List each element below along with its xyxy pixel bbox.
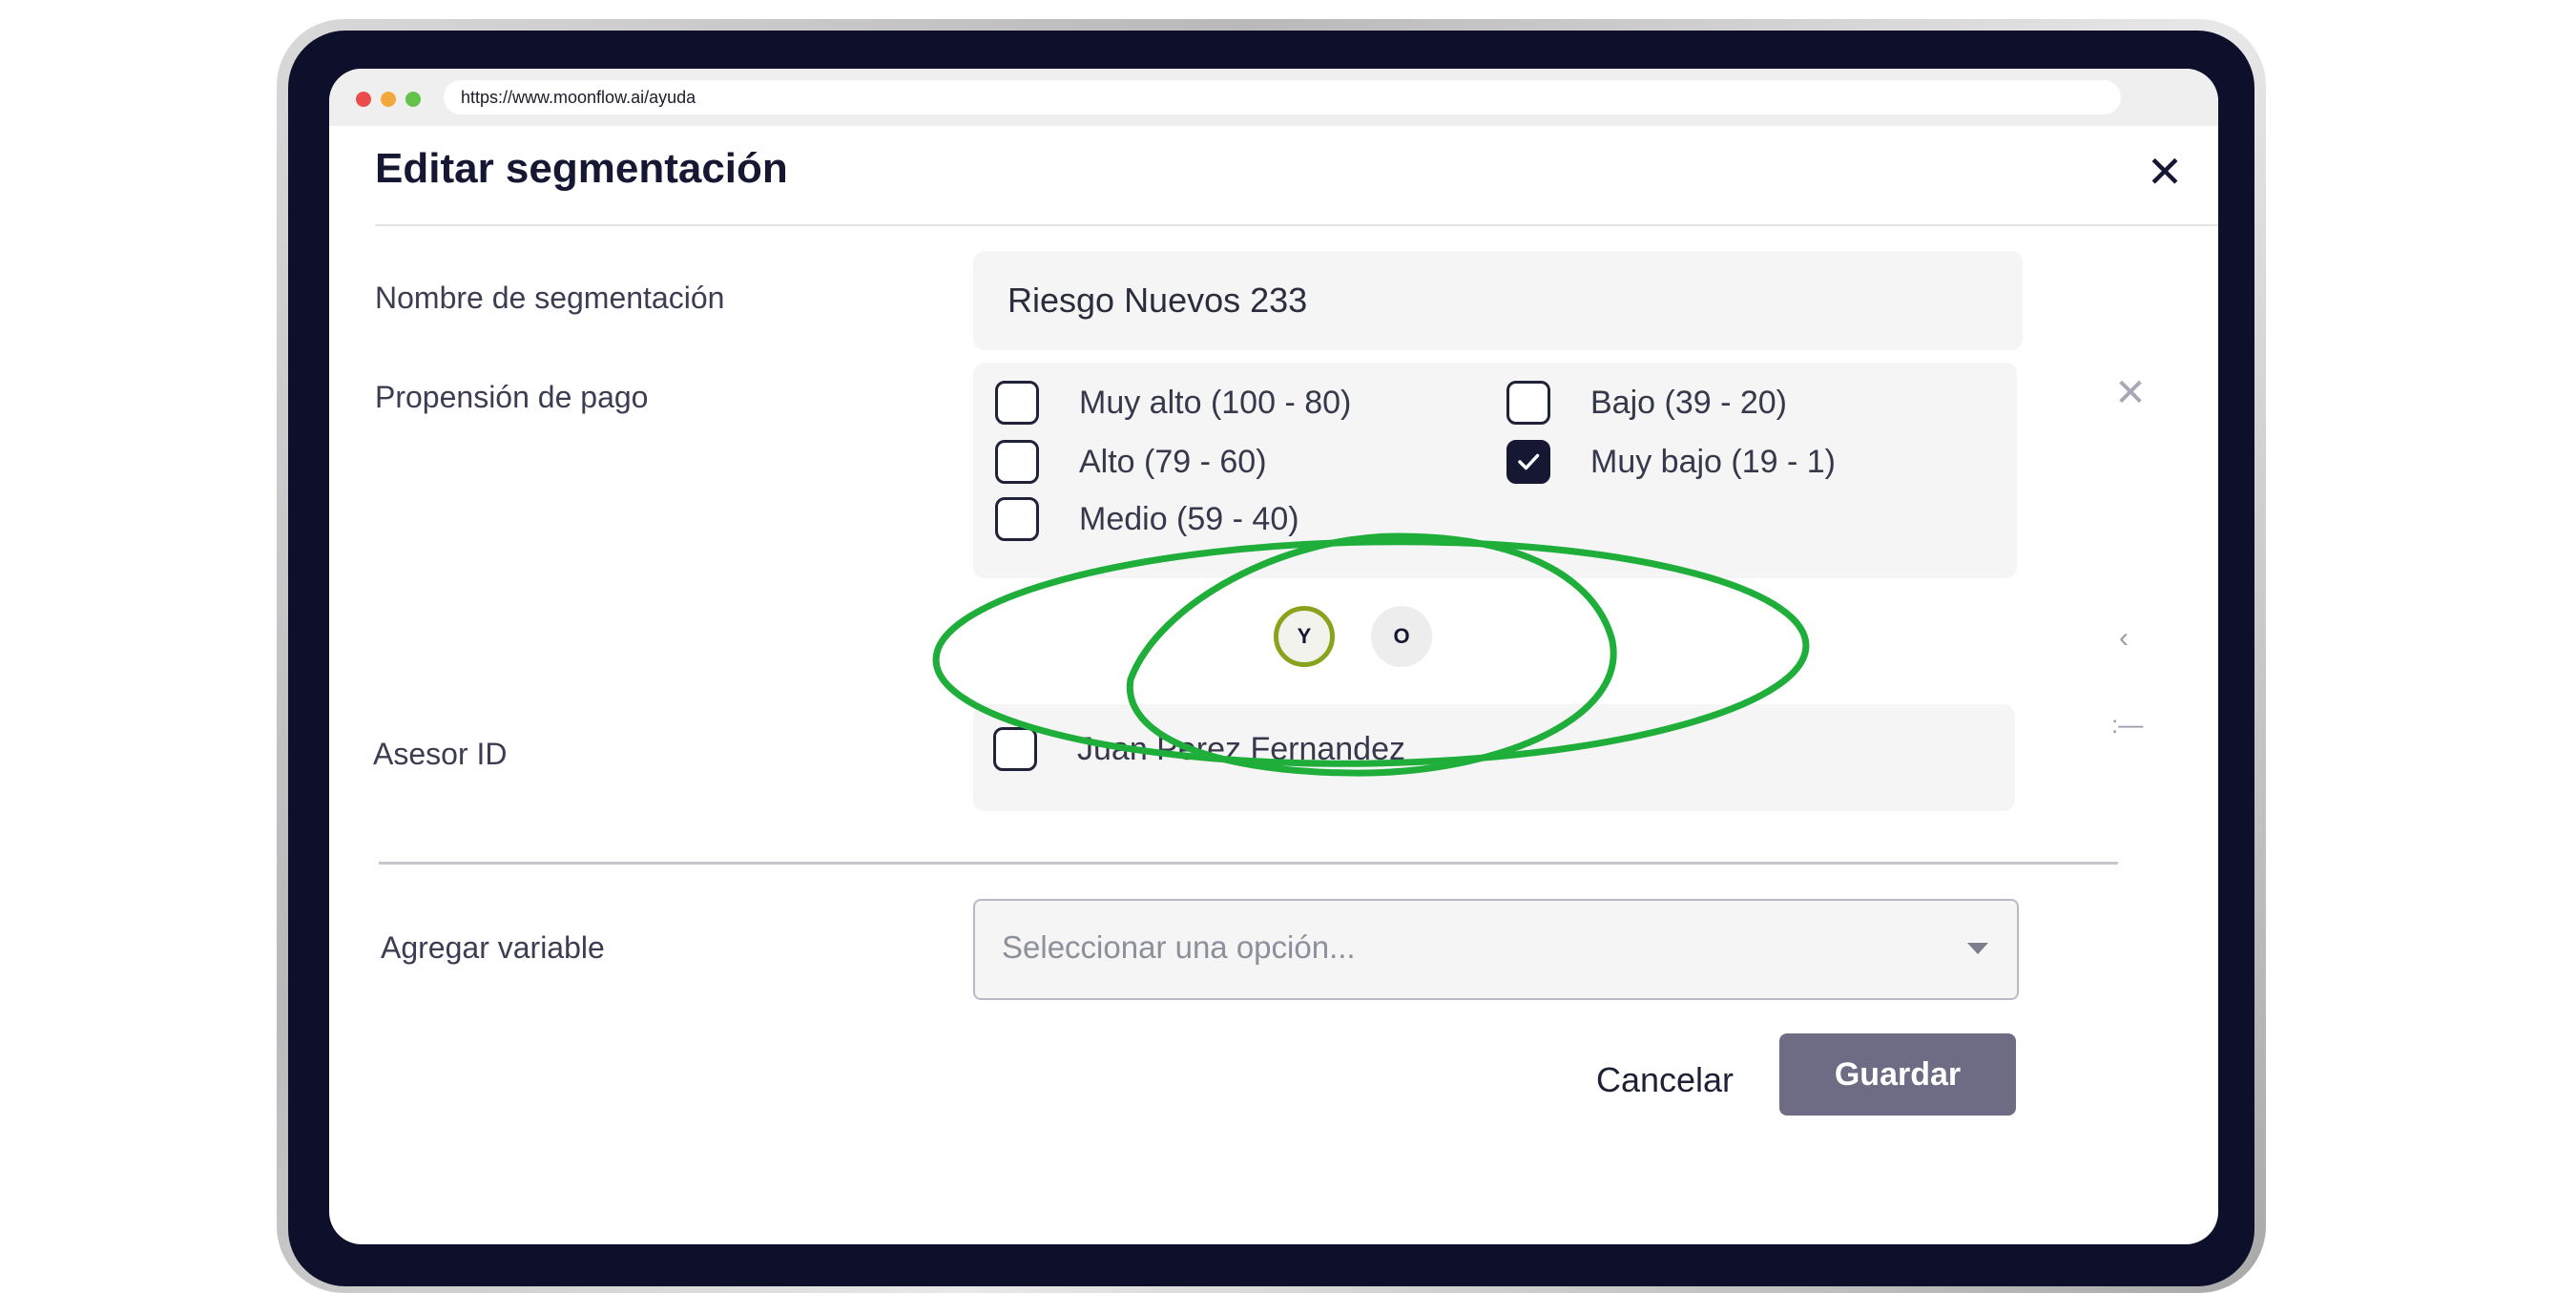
payment-propensity-group: Muy alto (100 - 80) Bajo (39 - 20) Alto …: [973, 363, 2017, 578]
option-label: Muy alto (100 - 80): [1079, 384, 1352, 421]
app-screen: https://www.moonflow.ai/ayuda Editar seg…: [329, 69, 2218, 1244]
segment-name-value: Riesgo Nuevos 233: [1008, 281, 1308, 320]
close-window-dot[interactable]: [356, 92, 371, 107]
add-variable-label: Agregar variable: [381, 930, 605, 965]
chevron-down-icon: [1967, 943, 1988, 954]
cancel-button[interactable]: Cancelar: [1560, 1052, 1770, 1109]
option-medio[interactable]: Medio (59 - 40): [995, 494, 1299, 544]
option-muy-bajo[interactable]: Muy bajo (19 - 1): [1506, 437, 1836, 487]
minimize-window-dot[interactable]: [381, 92, 396, 107]
header-divider: [375, 224, 2218, 226]
edge-icon-fragment: :—: [2111, 710, 2144, 739]
maximize-window-dot[interactable]: [405, 92, 421, 107]
or-operator-button[interactable]: O: [1371, 606, 1432, 667]
advisor-option[interactable]: Juan Perez Fernandez: [993, 724, 1405, 774]
option-label: Bajo (39 - 20): [1590, 384, 1787, 421]
checkbox[interactable]: [993, 727, 1037, 771]
payment-propensity-label: Propensión de pago: [375, 380, 649, 414]
add-variable-select[interactable]: Seleccionar una opción...: [973, 899, 2019, 1000]
save-button[interactable]: Guardar: [1779, 1033, 2016, 1116]
address-bar[interactable]: https://www.moonflow.ai/ayuda: [444, 80, 2121, 115]
modal-title: Editar segmentación: [375, 145, 788, 192]
close-icon[interactable]: ✕: [2142, 149, 2188, 195]
remove-variable-icon[interactable]: ✕: [2111, 374, 2150, 412]
section-divider: [379, 862, 2118, 865]
segment-name-label: Nombre de segmentación: [375, 281, 725, 315]
segment-name-input[interactable]: Riesgo Nuevos 233: [973, 251, 2023, 350]
checkbox[interactable]: [995, 381, 1039, 425]
checkbox[interactable]: [1506, 381, 1550, 425]
advisor-group: Juan Perez Fernandez: [973, 704, 2015, 811]
checkbox[interactable]: [995, 440, 1039, 484]
option-label: Alto (79 - 60): [1079, 443, 1267, 480]
option-muy-alto[interactable]: Muy alto (100 - 80): [995, 378, 1351, 428]
checkbox-checked[interactable]: [1506, 440, 1550, 484]
select-placeholder: Seleccionar una opción...: [1002, 929, 1356, 965]
option-alto[interactable]: Alto (79 - 60): [995, 437, 1267, 487]
checkbox[interactable]: [995, 497, 1039, 541]
and-operator-button[interactable]: Y: [1274, 606, 1335, 667]
browser-bar: https://www.moonflow.ai/ayuda: [329, 69, 2218, 126]
option-label: Medio (59 - 40): [1079, 500, 1299, 537]
advisor-label: Asesor ID: [373, 737, 508, 771]
option-label: Juan Perez Fernandez: [1077, 730, 1405, 767]
option-bajo[interactable]: Bajo (39 - 20): [1506, 378, 1787, 428]
edge-icon-fragment: ‹: [2119, 622, 2129, 654]
checkmark-icon: [1518, 453, 1540, 470]
option-label: Muy bajo (19 - 1): [1590, 443, 1836, 480]
